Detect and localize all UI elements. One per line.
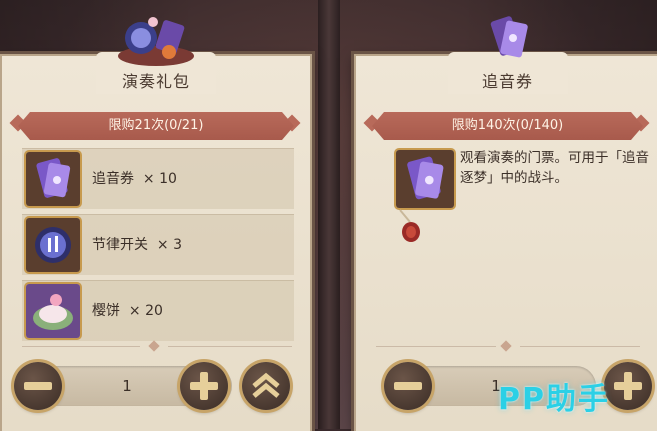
minus-button[interactable] <box>14 362 62 410</box>
double-chevron-up-icon <box>252 372 280 398</box>
list-item[interactable]: 追音券 × 10 <box>22 148 294 209</box>
divider <box>520 346 640 347</box>
list-item[interactable]: 节律开关 × 3 <box>22 214 294 275</box>
card-title: 追音券 <box>481 72 533 91</box>
card-title: 演奏礼包 <box>121 72 190 91</box>
minus-icon <box>24 382 52 390</box>
plus-button[interactable] <box>604 362 652 410</box>
plus-icon <box>614 372 642 400</box>
rhythm-switch-icon <box>26 218 80 272</box>
list-item[interactable]: 樱饼 × 20 <box>22 280 294 341</box>
ticket-emblem-icon <box>490 16 528 58</box>
divider <box>168 346 292 347</box>
item-description: 观看演奏的门票。可用于「追音逐梦」中的战斗。 <box>460 150 649 186</box>
sakura-mochi-icon <box>26 284 80 338</box>
drum-ornament-icon <box>399 209 420 242</box>
gift-pack-card: 演奏礼包 限购21次(0/21) 追音券 × 10 节律开关 × 3 樱饼 × … <box>0 17 312 431</box>
ornament-diamond <box>148 340 160 352</box>
background-pillar <box>318 0 340 429</box>
item-label: 节律开关 × 3 <box>92 237 182 253</box>
quantity-value[interactable]: 1 <box>62 366 192 406</box>
ticket-icon <box>396 150 454 208</box>
purchase-limit-banner: 限购21次(0/21) <box>18 112 294 140</box>
item-label: 樱饼 × 20 <box>92 303 163 319</box>
purchase-limit-banner: 限购140次(0/140) <box>372 112 643 140</box>
gift-pack-emblem-icon <box>118 17 194 66</box>
ornament-diamond <box>500 340 512 352</box>
divider <box>376 346 496 347</box>
watermark-logo: PP助手 <box>498 382 610 417</box>
minus-icon <box>394 382 422 390</box>
ticket-icon <box>26 152 80 206</box>
max-button[interactable] <box>242 362 290 410</box>
divider <box>22 346 140 347</box>
item-label: 追音券 × 10 <box>92 171 177 187</box>
minus-button[interactable] <box>384 362 432 410</box>
plus-icon <box>190 372 218 400</box>
plus-button[interactable] <box>180 362 228 410</box>
